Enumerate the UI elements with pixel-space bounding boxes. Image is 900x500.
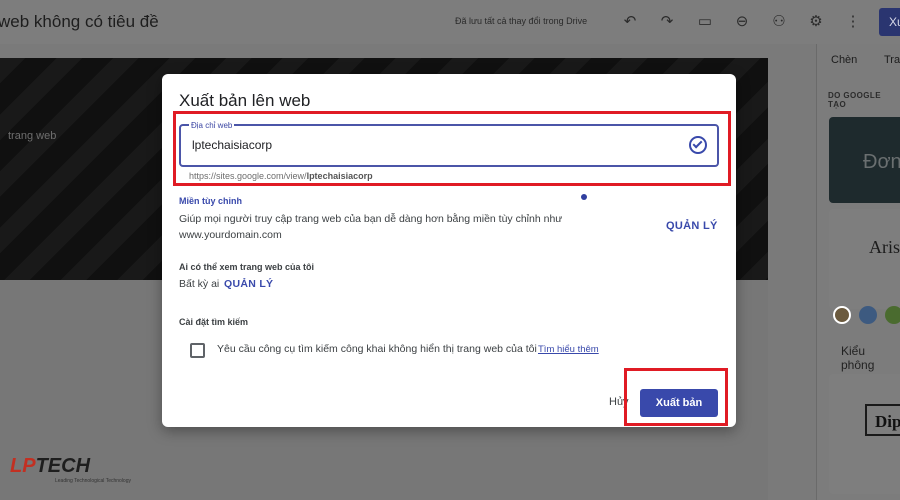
theme-card-2[interactable]: Aris xyxy=(829,209,900,309)
top-bar: web không có tiêu đề Đã lưu tất cả thay … xyxy=(0,0,900,44)
add-person-icon[interactable]: ⚇ xyxy=(770,13,788,31)
cursor-dot xyxy=(581,194,587,200)
document-title[interactable]: web không có tiêu đề xyxy=(0,12,159,32)
custom-domain-title: Miền tùy chỉnh xyxy=(179,196,242,206)
cancel-button[interactable]: Hủy xyxy=(609,396,629,408)
preview-device-icon[interactable]: ▭ xyxy=(696,13,714,31)
right-panel: Chèn Tra DO GOOGLE TẠO Đơn Aris Kiểu phô… xyxy=(816,44,900,500)
learn-more-link[interactable]: Tìm hiểu thêm xyxy=(538,344,599,355)
tab-pages[interactable]: Tra xyxy=(884,54,900,66)
publish-top-button[interactable]: Xu xyxy=(879,8,900,36)
hide-from-search-label: Yêu cầu công cụ tìm kiếm công khai không… xyxy=(217,343,537,355)
color-swatch-2[interactable] xyxy=(859,306,877,324)
url-preview: https://sites.google.com/view/lptechaisi… xyxy=(189,171,373,181)
save-status: Đã lưu tất cả thay đổi trong Drive xyxy=(455,16,588,26)
custom-domain-manage-button[interactable]: QUẢN LÝ xyxy=(666,220,718,232)
check-circle-icon xyxy=(689,136,707,154)
dialog-title: Xuất bản lên web xyxy=(179,91,311,110)
publish-dialog: Xuất bản lên web Địa chỉ web lptechaisia… xyxy=(162,74,736,427)
hide-from-search-checkbox[interactable] xyxy=(190,343,205,358)
link-icon[interactable]: ⊖ xyxy=(733,13,751,31)
redo-icon[interactable]: ↷ xyxy=(658,13,676,31)
font-style-select[interactable]: Kiểu phông xyxy=(841,344,900,372)
color-swatch-3[interactable] xyxy=(885,306,900,324)
gear-icon[interactable]: ⚙ xyxy=(807,13,825,31)
web-address-label: Địa chỉ web xyxy=(189,121,235,130)
custom-domain-description: Giúp mọi người truy cập trang web của bạ… xyxy=(179,213,563,241)
logo-tagline: Leading Technological Technology xyxy=(55,478,131,484)
theme-card-1[interactable]: Đơn xyxy=(829,117,900,203)
tab-insert[interactable]: Chèn xyxy=(831,54,857,66)
viewers-value: Bất kỳ ai xyxy=(179,278,220,290)
theme-card-3[interactable]: Dipl xyxy=(829,374,900,494)
search-settings-title: Cài đặt tìm kiếm xyxy=(179,317,249,327)
undo-icon[interactable]: ↶ xyxy=(621,13,639,31)
web-address-field[interactable]: Địa chỉ web lptechaisiacorp xyxy=(179,121,719,167)
color-swatch-1[interactable] xyxy=(833,306,851,324)
section-text: trang web xyxy=(8,130,57,142)
theme-1-name: Đơn xyxy=(863,151,900,173)
themes-section-label: DO GOOGLE TẠO xyxy=(828,91,881,109)
theme-3-name: Dipl xyxy=(865,404,900,436)
theme-2-name: Aris xyxy=(869,237,900,257)
publish-button[interactable]: Xuất bản xyxy=(640,389,718,417)
more-vert-icon[interactable]: ⋮ xyxy=(844,13,862,31)
web-address-input[interactable]: lptechaisiacorp xyxy=(192,138,272,152)
viewers-manage-button[interactable]: QUẢN LÝ xyxy=(224,278,273,290)
viewers-title: Ai có thể xem trang web của tôi xyxy=(179,262,315,272)
lptech-logo: LPTECH xyxy=(10,455,91,477)
